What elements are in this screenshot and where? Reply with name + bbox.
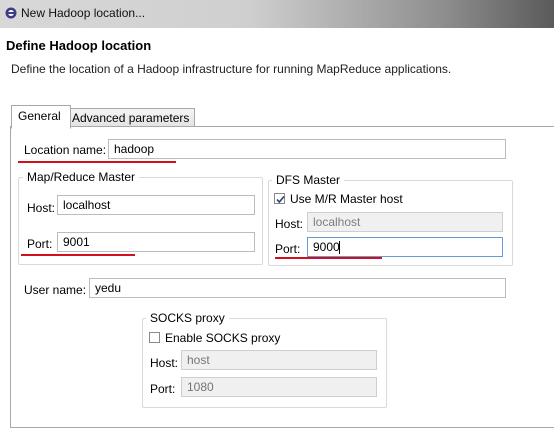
mr-master-host-label: Host: bbox=[27, 201, 56, 215]
socks-port-input[interactable] bbox=[181, 377, 377, 397]
socks-proxy-group-title: SOCKS proxy bbox=[146, 311, 229, 325]
dfs-master-host-label: Host: bbox=[275, 217, 304, 231]
use-mr-master-host-label: Use M/R Master host bbox=[290, 192, 403, 206]
page-title: Define Hadoop location bbox=[6, 38, 152, 53]
dfs-master-host-input[interactable] bbox=[307, 212, 503, 232]
tab-advanced-parameters[interactable]: Advanced parameters bbox=[66, 108, 196, 128]
socks-host-label: Host: bbox=[150, 356, 179, 370]
mr-master-host-input[interactable] bbox=[57, 195, 255, 215]
annotation-underline-dfs-port bbox=[275, 257, 382, 259]
dfs-master-group-title: DFS Master bbox=[272, 173, 345, 187]
enable-socks-proxy-label: Enable SOCKS proxy bbox=[165, 331, 281, 345]
user-name-label: User name: bbox=[24, 283, 87, 297]
window-titlebar[interactable]: New Hadoop location... bbox=[0, 0, 554, 28]
eclipse-app-icon bbox=[5, 7, 17, 19]
use-mr-master-host-checkbox[interactable] bbox=[274, 193, 285, 204]
location-name-label: Location name: bbox=[24, 143, 107, 157]
mr-master-port-label: Port: bbox=[27, 237, 53, 251]
socks-port-label: Port: bbox=[150, 382, 176, 396]
mr-master-port-input[interactable] bbox=[57, 232, 255, 252]
tab-general[interactable]: General bbox=[11, 105, 71, 129]
dfs-master-port-input[interactable] bbox=[307, 237, 503, 257]
mr-master-group-title: Map/Reduce Master bbox=[23, 170, 140, 184]
socks-host-input[interactable] bbox=[181, 350, 377, 370]
dfs-master-port-label: Port: bbox=[275, 242, 301, 256]
page-description: Define the location of a Hadoop infrastr… bbox=[11, 62, 452, 76]
annotation-underline-mr-port bbox=[21, 254, 135, 256]
location-name-input[interactable] bbox=[108, 139, 506, 159]
enable-socks-proxy-checkbox[interactable] bbox=[149, 332, 160, 343]
checkmark-icon bbox=[276, 195, 285, 204]
window-title: New Hadoop location... bbox=[21, 6, 146, 20]
text-caret bbox=[339, 241, 340, 254]
annotation-underline-location-name bbox=[18, 161, 176, 163]
user-name-input[interactable] bbox=[89, 278, 506, 298]
